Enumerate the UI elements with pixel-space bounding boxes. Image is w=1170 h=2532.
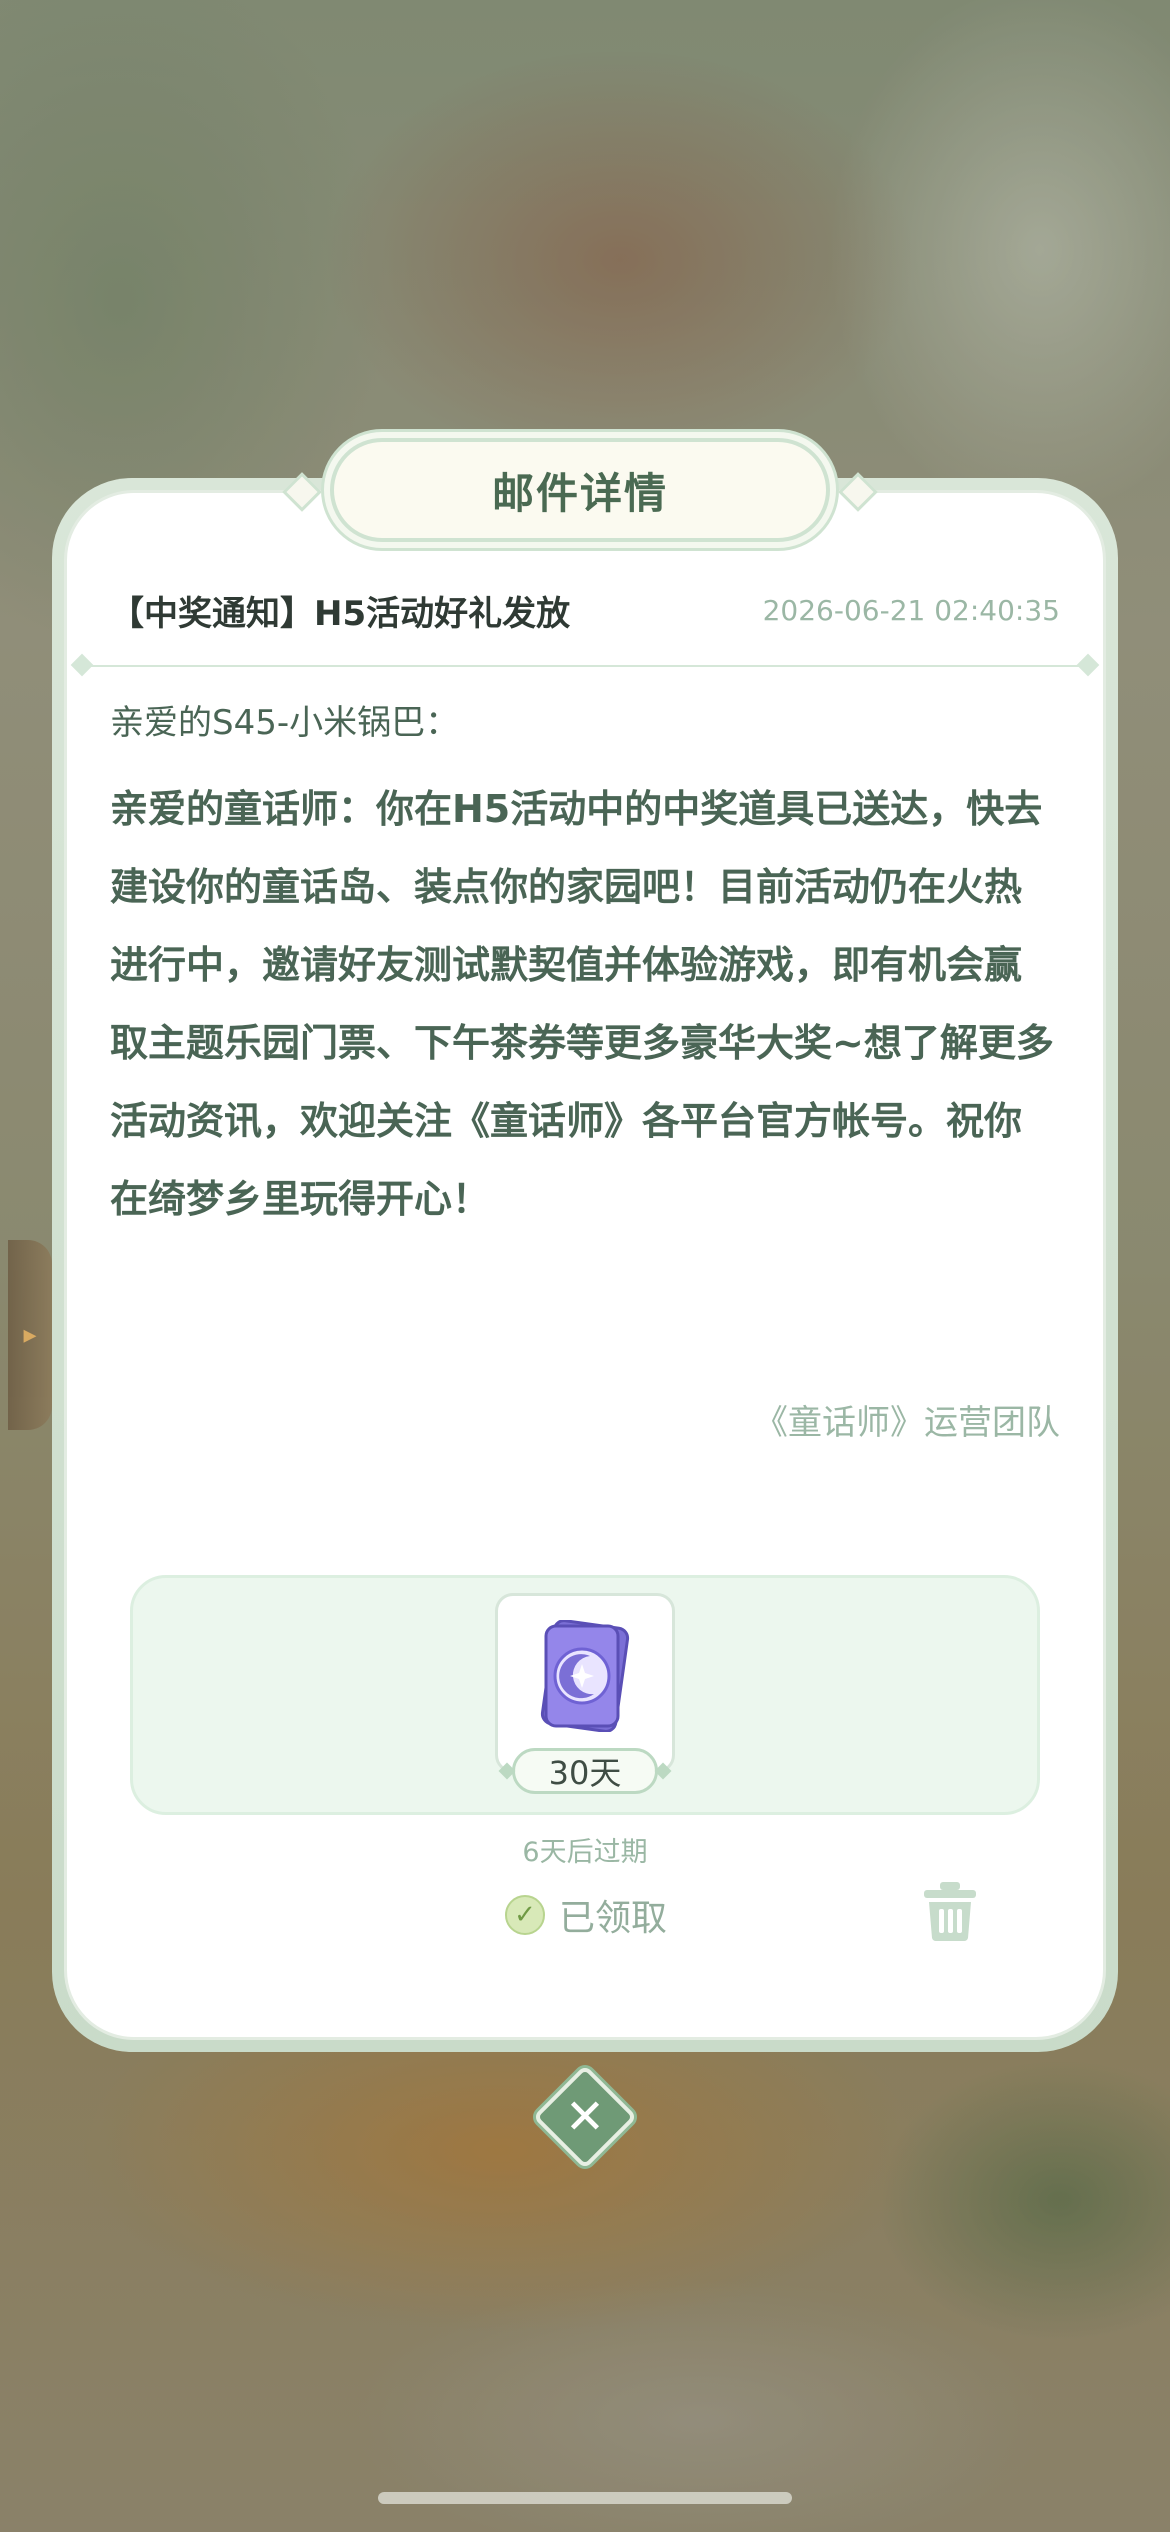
trash-icon[interactable] <box>920 1880 980 1942</box>
moon-card-icon <box>540 1620 630 1732</box>
mail-subject: 【中奖通知】H5活动好礼发放 <box>110 593 571 634</box>
reward-count-badge: 30天 <box>512 1748 658 1794</box>
side-expand-arrow-icon[interactable]: ▸ <box>8 1240 52 1430</box>
check-circle-icon: ✓ <box>505 1895 545 1935</box>
mail-header: 【中奖通知】H5活动好礼发放 2026-06-21 02:40:35 <box>110 580 1060 640</box>
reward-expire-text: 6天后过期 <box>522 1837 648 1868</box>
close-icon[interactable]: ✕ <box>548 2080 622 2154</box>
mail-greeting: 亲爱的S45-小米锅巴： <box>110 703 460 743</box>
dialog-title: 邮件详情 <box>491 468 668 518</box>
mail-signature: 《童话师》运营团队 <box>754 1403 1060 1443</box>
claimed-label: 已领取 <box>559 1898 668 1939</box>
claimed-status: ✓ 已领取 <box>505 1890 667 1940</box>
mail-body: 亲爱的童话师：你在H5活动中的中奖道具已送达，快去建设你的童话岛、装点你的家园吧… <box>110 787 1054 1221</box>
home-indicator[interactable] <box>378 2492 792 2504</box>
dialog-title-plate: 邮件详情 <box>282 438 878 542</box>
mail-timestamp: 2026-06-21 02:40:35 <box>762 593 1060 627</box>
header-divider <box>70 653 1100 677</box>
